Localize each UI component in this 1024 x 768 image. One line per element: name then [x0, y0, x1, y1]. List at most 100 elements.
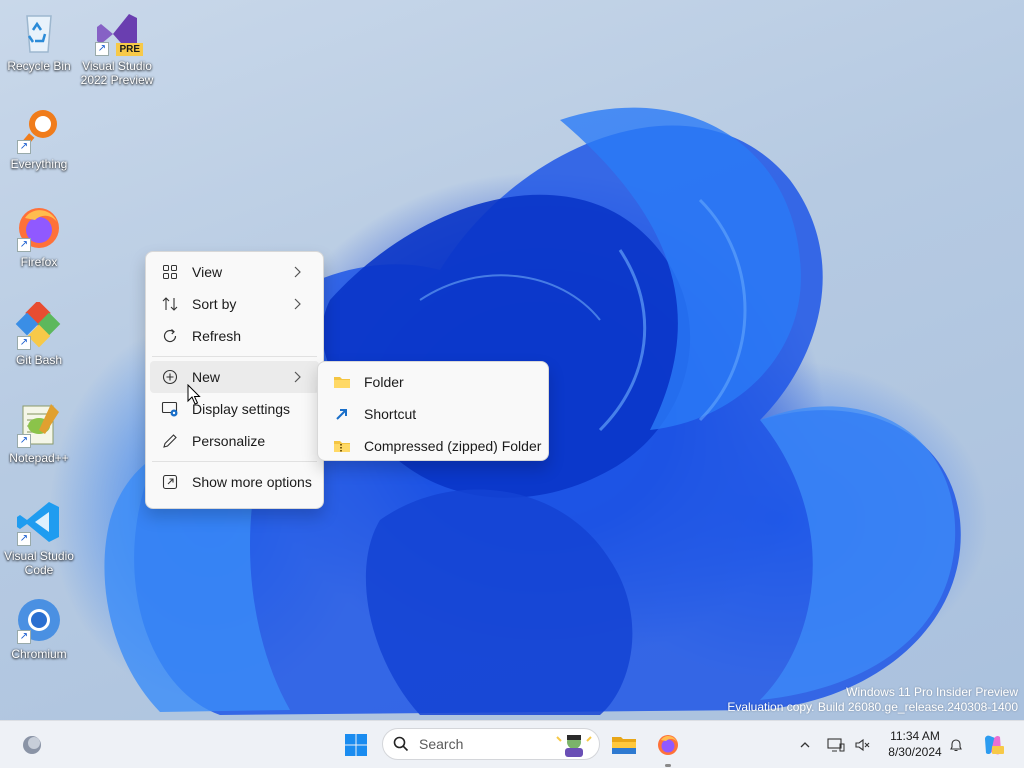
chromium-icon: ↗: [15, 596, 63, 644]
shortcut-arrow-icon: ↗: [95, 42, 109, 56]
shortcut-arrow-icon: ↗: [17, 140, 31, 154]
shortcut-arrow-icon: ↗: [17, 532, 31, 546]
taskbar-search-box[interactable]: Search: [382, 728, 600, 760]
preview-badge: PRE: [116, 43, 143, 56]
submenu-item-label: Compressed (zipped) Folder: [364, 438, 542, 454]
menu-item-label: Refresh: [192, 328, 242, 344]
shortcut-icon: [332, 404, 352, 424]
new-submenu: Folder Shortcut Compressed (zipped) Fold…: [317, 361, 549, 461]
desktop-context-menu: View Sort by Refresh New Display setting…: [145, 251, 324, 509]
git-bash-icon: ↗: [15, 300, 63, 350]
menu-item-refresh[interactable]: Refresh: [150, 320, 319, 352]
menu-separator: [152, 461, 317, 462]
watermark-line2: Evaluation copy. Build 26080.ge_release.…: [727, 700, 1018, 714]
zip-folder-icon: [332, 436, 352, 456]
desktop-icon-label: Recycle Bin: [7, 59, 71, 73]
desktop-icon-label: Firefox: [20, 255, 58, 269]
desktop-icon-label: Everything: [10, 157, 68, 171]
visual-studio-icon: PRE ↗: [93, 8, 143, 56]
shortcut-arrow-icon: ↗: [17, 434, 31, 448]
menu-item-view[interactable]: View: [150, 256, 319, 288]
desktop-icon-label-line2: 2022 Preview: [80, 73, 154, 87]
chevron-right-icon: [289, 264, 305, 280]
windows-logo-icon: [345, 734, 367, 756]
menu-item-personalize[interactable]: Personalize: [150, 425, 319, 457]
search-placeholder: Search: [419, 736, 464, 752]
shortcut-arrow-icon: ↗: [17, 336, 31, 350]
desktop-icon-label-line2: Code: [24, 563, 54, 577]
chevron-up-icon: [800, 742, 810, 748]
refresh-icon: [160, 326, 180, 346]
file-explorer-button[interactable]: [604, 727, 644, 763]
menu-item-label: New: [192, 369, 221, 385]
network-icon: [827, 738, 845, 752]
desktop-icon-recycle-bin[interactable]: Recycle Bin: [1, 8, 77, 73]
desktop-icon-everything[interactable]: ↗ Everything: [1, 106, 77, 171]
clock-date: 8/30/2024: [888, 745, 942, 759]
copilot-icon: [985, 735, 1004, 755]
file-explorer-icon: [612, 737, 636, 754]
search-highlight-icon: [556, 735, 592, 757]
shortcut-arrow-icon: ↗: [17, 630, 31, 644]
desktop-icon-visual-studio-2022-preview[interactable]: PRE ↗ Visual Studio 2022 Preview: [79, 8, 155, 87]
weather-widget-icon: [23, 736, 41, 754]
plus-circle-icon: [160, 367, 180, 387]
widgets-button[interactable]: [12, 727, 52, 763]
desktop-icon-label: Notepad++: [9, 451, 69, 465]
volume-button[interactable]: [850, 727, 874, 763]
desktop-icon-notepad-plus-plus[interactable]: ↗ Notepad++: [1, 400, 77, 465]
pen-icon: [160, 431, 180, 451]
firefox-icon: ↗: [15, 204, 63, 252]
menu-item-label: Display settings: [192, 401, 291, 417]
chevron-right-icon: [289, 296, 305, 312]
start-button[interactable]: [336, 727, 376, 763]
desktop-icon-visual-studio-code[interactable]: ↗ Visual Studio Code: [1, 498, 77, 577]
desktop-icon-chromium[interactable]: ↗ Chromium: [1, 596, 77, 661]
submenu-item-label: Shortcut: [364, 406, 417, 422]
shortcut-arrow-icon: ↗: [17, 238, 31, 252]
taskbar-clock[interactable]: 11:34 AM 8/30/2024: [880, 728, 950, 760]
submenu-item-compressed-folder[interactable]: Compressed (zipped) Folder: [322, 430, 544, 462]
chevron-right-icon: [289, 369, 305, 385]
recycle-bin-icon: [15, 8, 63, 56]
firefox-icon: [658, 735, 678, 755]
display-settings-icon: [160, 399, 180, 419]
menu-item-label: View: [192, 264, 223, 280]
menu-item-show-more-options[interactable]: Show more options: [150, 466, 319, 498]
menu-separator: [152, 356, 317, 357]
menu-item-label: Personalize: [192, 433, 266, 449]
folder-icon: [332, 372, 352, 392]
vscode-icon: ↗: [15, 498, 63, 546]
sort-icon: [160, 294, 180, 314]
desktop-icon-git-bash[interactable]: ↗ Git Bash: [1, 300, 77, 367]
menu-item-label: Sort by: [192, 296, 237, 312]
evaluation-watermark: Windows 11 Pro Insider Preview Evaluatio…: [727, 685, 1018, 715]
external-icon: [160, 472, 180, 492]
submenu-item-label: Folder: [364, 374, 404, 390]
menu-item-sort-by[interactable]: Sort by: [150, 288, 319, 320]
bell-icon: [950, 739, 962, 752]
everything-search-icon: ↗: [15, 106, 63, 154]
menu-item-label: Show more options: [192, 474, 312, 490]
clock-time: 11:34 AM: [890, 729, 940, 743]
desktop-icon-label: Chromium: [11, 647, 67, 661]
notepad-plus-plus-icon: ↗: [15, 400, 63, 448]
mouse-cursor-icon: [187, 384, 201, 405]
watermark-line1: Windows 11 Pro Insider Preview: [846, 685, 1018, 699]
volume-muted-icon: [855, 738, 870, 752]
firefox-taskbar-button[interactable]: [648, 727, 688, 767]
copilot-button[interactable]: [978, 727, 1008, 763]
desktop-icon-label-line1: Visual Studio: [82, 59, 152, 73]
desktop-icon-label-line1: Visual Studio: [4, 549, 74, 563]
submenu-item-folder[interactable]: Folder: [322, 366, 544, 398]
show-hidden-icons-button[interactable]: [794, 727, 816, 763]
running-indicator: [665, 764, 671, 767]
menu-item-new[interactable]: New: [150, 361, 319, 393]
menu-item-display-settings[interactable]: Display settings: [150, 393, 319, 425]
grid-view-icon: [160, 262, 180, 282]
submenu-item-shortcut[interactable]: Shortcut: [322, 398, 544, 430]
search-icon: [393, 736, 409, 752]
network-button[interactable]: [824, 727, 848, 763]
desktop-icon-label: Git Bash: [15, 353, 63, 367]
desktop-icon-firefox[interactable]: ↗ Firefox: [1, 204, 77, 269]
